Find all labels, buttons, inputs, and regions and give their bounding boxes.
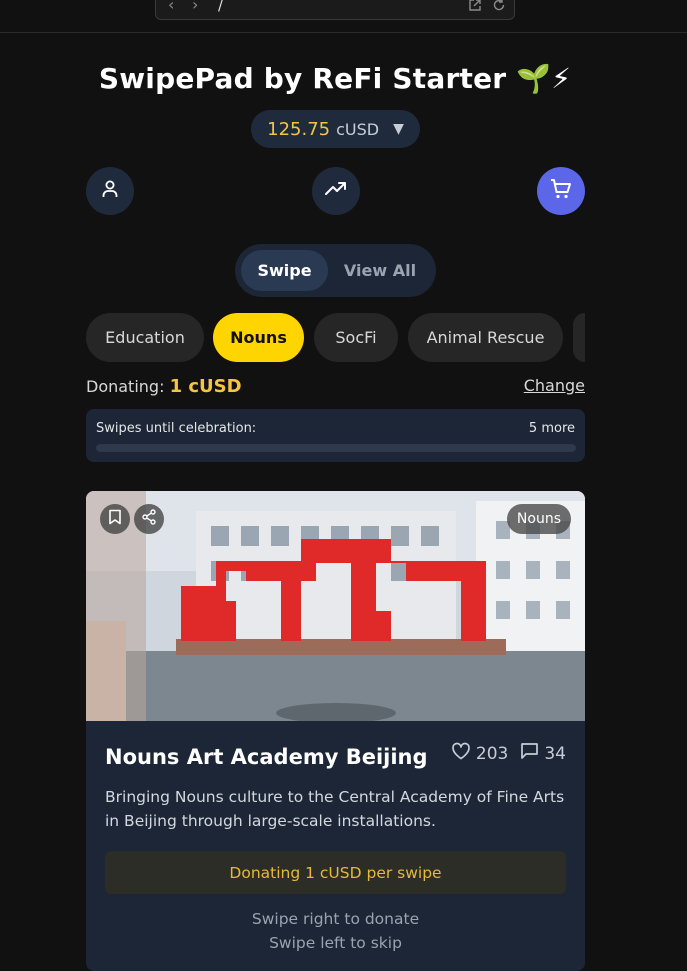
- view-toggle: Swipe View All: [235, 244, 436, 297]
- donation-note: Donating 1 cUSD per swipe: [105, 851, 566, 894]
- project-description: Bringing Nouns culture to the Central Ac…: [105, 788, 565, 830]
- project-title: Nouns Art Academy Beijing: [105, 745, 428, 769]
- celebration-progress: Swipes until celebration: 5 more: [86, 409, 585, 462]
- change-amount-link[interactable]: Change: [524, 376, 585, 395]
- donating-amount-row: Donating: 1 cUSD: [86, 376, 242, 397]
- heart-icon: [451, 742, 471, 765]
- likes-stat[interactable]: 203: [451, 742, 508, 765]
- comments-stat[interactable]: 34: [520, 742, 566, 765]
- open-external-icon[interactable]: [468, 0, 482, 16]
- share-icon: [141, 509, 157, 529]
- comment-icon: [520, 742, 539, 765]
- project-stats: 203 34: [451, 742, 566, 765]
- browser-toolbar: ‹ › /: [0, 0, 687, 33]
- tab-view-all[interactable]: View All: [335, 250, 425, 291]
- category-chip-education[interactable]: Education: [86, 313, 204, 362]
- share-button[interactable]: [134, 504, 164, 534]
- chevron-down-icon: ▼: [393, 121, 404, 137]
- profile-button[interactable]: [86, 167, 134, 215]
- progress-track: [96, 444, 576, 452]
- celebration-label: Swipes until celebration:: [96, 421, 257, 436]
- project-card[interactable]: Nouns Nouns Art Academy Beijing 203 34 B…: [86, 491, 585, 971]
- category-chip-animal-rescue[interactable]: Animal Rescue: [408, 313, 563, 362]
- swipe-left-hint: Swipe left to skip: [269, 934, 402, 952]
- cart-button[interactable]: [537, 167, 585, 215]
- trending-button[interactable]: [312, 167, 360, 215]
- swipe-right-hint: Swipe right to donate: [251, 910, 420, 928]
- url-path[interactable]: /: [218, 0, 223, 14]
- forward-icon[interactable]: ›: [192, 0, 198, 14]
- reload-icon[interactable]: [492, 0, 506, 16]
- category-chip-overflow[interactable]: [573, 313, 585, 362]
- url-bar[interactable]: ‹ › /: [155, 0, 515, 20]
- project-category-tag: Nouns: [506, 504, 571, 534]
- balance-currency: cUSD: [336, 119, 380, 139]
- category-chip-socfi[interactable]: SocFi: [314, 313, 398, 362]
- celebration-remaining: 5 more: [528, 421, 575, 436]
- balance-amount: 125.75: [267, 118, 331, 140]
- likes-count: 203: [475, 743, 509, 764]
- donating-value: 1 cUSD: [169, 376, 242, 397]
- tab-swipe[interactable]: Swipe: [241, 250, 328, 291]
- bookmark-icon: [108, 509, 122, 529]
- bookmark-button[interactable]: [100, 504, 130, 534]
- balance-selector[interactable]: 125.75 cUSD ▼: [251, 110, 420, 148]
- comments-count: 34: [544, 743, 566, 764]
- trending-up-icon: [324, 177, 348, 205]
- category-chip-nouns[interactable]: Nouns: [213, 313, 304, 362]
- project-image: Nouns: [86, 491, 585, 721]
- back-icon[interactable]: ‹: [168, 0, 174, 14]
- cart-icon: [549, 177, 573, 205]
- donating-label: Donating:: [86, 377, 165, 396]
- user-icon: [100, 179, 120, 203]
- app-title: SwipePad by ReFi Starter 🌱⚡: [98, 62, 572, 95]
